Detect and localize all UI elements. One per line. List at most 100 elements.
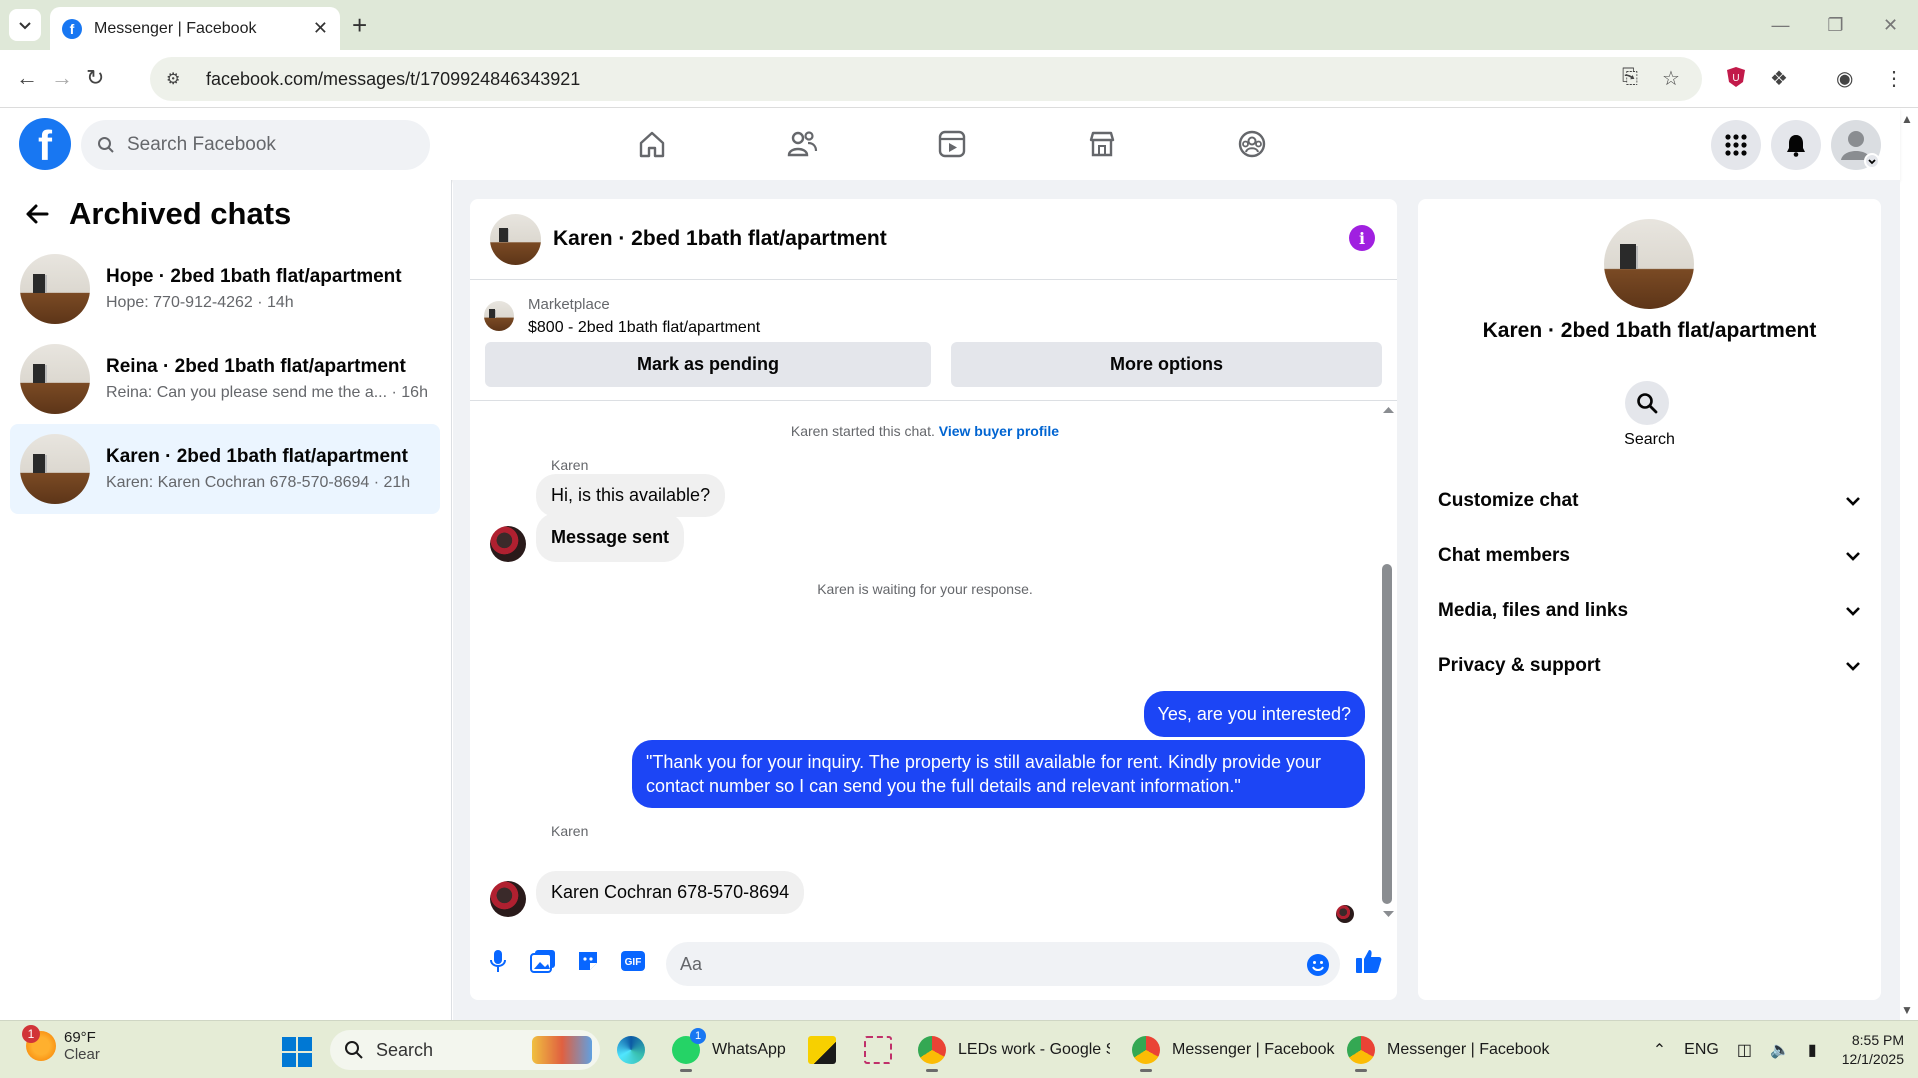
windows-taskbar: 1 69°F Clear Search 1 WhatsApp LEDs work… (0, 1020, 1918, 1078)
microphone-icon[interactable] (483, 946, 513, 976)
svg-text:U: U (1732, 73, 1739, 84)
weather-badge: 1 (22, 1025, 40, 1043)
battery-icon[interactable]: ▮ (1808, 1040, 1817, 1060)
info-search-button[interactable] (1625, 381, 1669, 425)
bookmark-star-icon[interactable]: ☆ (1662, 66, 1680, 91)
taskbar-app-google-sheets[interactable]: LEDs work - Google Sh (918, 1031, 1110, 1072)
scroll-thumb[interactable] (1382, 564, 1392, 904)
snipping-tool-icon[interactable] (864, 1031, 904, 1069)
chat-preview: Reina: Can you please send me the a... ·… (106, 384, 428, 401)
edge-app-icon[interactable] (617, 1031, 657, 1069)
home-icon[interactable] (632, 124, 672, 164)
weather-widget[interactable]: 1 69°F Clear (22, 1025, 100, 1063)
close-window-icon[interactable]: ✕ (1863, 0, 1918, 50)
new-tab-button[interactable]: + (352, 10, 367, 41)
info-icon[interactable]: i (1349, 225, 1375, 251)
marketplace-listing[interactable]: Marketplace $800 - 2bed 1bath flat/apart… (484, 291, 1384, 341)
tab-search-button[interactable] (9, 9, 41, 41)
emoji-icon[interactable] (1303, 950, 1333, 980)
friends-icon[interactable] (782, 124, 822, 164)
customize-chat-row[interactable]: Customize chat (1438, 481, 1861, 521)
video-icon[interactable] (932, 124, 972, 164)
privacy-support-row[interactable]: Privacy & support (1438, 646, 1861, 686)
chevron-down-icon (1846, 607, 1860, 616)
chevron-down-icon (1846, 662, 1860, 671)
mark-as-pending-button[interactable]: Mark as pending (485, 342, 931, 387)
forward-icon[interactable]: → (51, 65, 73, 91)
taskbar-search[interactable]: Search (330, 1030, 600, 1070)
close-tab-icon[interactable]: ✕ (313, 18, 328, 39)
chat-thumbnail (20, 344, 90, 414)
conversation-header: Karen · 2bed 1bath flat/apartment (470, 199, 1397, 280)
back-icon[interactable]: ← (16, 65, 38, 91)
site-info-icon[interactable]: ⚙ (166, 69, 186, 89)
tab-messenger[interactable]: f Messenger | Facebook ✕ (50, 7, 340, 50)
conversation-title[interactable]: Karen · 2bed 1bath flat/apartment (553, 227, 887, 251)
clock[interactable]: 8:55 PM 12/1/2025 (1842, 1031, 1904, 1069)
menu-grid-icon[interactable] (1711, 120, 1761, 170)
taskbar-app-messenger-1[interactable]: Messenger | Facebook (1132, 1031, 1334, 1072)
chat-thumbnail (20, 254, 90, 324)
back-arrow-icon[interactable] (25, 203, 49, 225)
started-text: Karen started this chat. (790, 423, 935, 439)
message-bubble-outgoing: "Thank you for your inquiry. The propert… (632, 740, 1365, 808)
chevron-down-icon (1846, 497, 1860, 506)
message-input[interactable]: Aa (666, 942, 1340, 986)
marketplace-icon[interactable] (1082, 124, 1122, 164)
minimize-icon[interactable]: — (1753, 0, 1808, 50)
taskbar-app-label: WhatsApp (712, 1041, 786, 1058)
media-files-links-row[interactable]: Media, files and links (1438, 591, 1861, 631)
chevron-up-icon[interactable]: ⌃ (1653, 1040, 1666, 1060)
extensions-icon[interactable]: ❖ (1770, 66, 1788, 91)
menu-dots-icon[interactable]: ⋮ (1884, 66, 1904, 91)
ublock-extension-icon[interactable]: U (1726, 66, 1746, 94)
account-avatar[interactable] (1831, 120, 1881, 170)
sticker-icon[interactable] (573, 946, 603, 976)
row-label: Customize chat (1438, 490, 1579, 511)
language-indicator[interactable]: ENG (1684, 1041, 1719, 1059)
chrome-icon (1132, 1036, 1160, 1072)
archived-chats-panel: Archived chats Hope · 2bed 1bath flat/ap… (0, 180, 452, 1020)
network-icon[interactable]: ◫ (1737, 1040, 1752, 1060)
restore-icon[interactable]: ❐ (1808, 0, 1863, 50)
windows-start-icon[interactable] (282, 1037, 312, 1067)
page-scroll-up-icon[interactable]: ▲ (1901, 112, 1913, 126)
chevron-down-icon (1846, 552, 1860, 561)
chat-item-hope[interactable]: Hope · 2bed 1bath flat/apartment Hope: 7… (10, 244, 440, 334)
url-text: facebook.com/messages/t/1709924846343921 (206, 68, 581, 89)
taskbar-app-messenger-2[interactable]: Messenger | Facebook (1347, 1031, 1550, 1072)
notifications-bell-icon[interactable] (1771, 120, 1821, 170)
taskbar-app-whatsapp[interactable]: 1 WhatsApp (672, 1028, 786, 1072)
message-bubble-incoming: Karen Cochran 678-570-8694 (536, 871, 805, 914)
taskbar-app-label: Messenger | Facebook (1387, 1041, 1550, 1058)
conversation-avatar[interactable] (490, 213, 541, 265)
chat-item-karen[interactable]: Karen · 2bed 1bath flat/apartment Karen:… (10, 424, 440, 514)
more-options-button[interactable]: More options (951, 342, 1382, 387)
facebook-logo[interactable]: f (19, 118, 71, 170)
search-icon (1637, 393, 1658, 414)
profile-icon[interactable]: ◉ (1836, 66, 1853, 91)
chrome-icon (1347, 1036, 1375, 1072)
system-tray: ⌃ ENG ◫ 🔈 ▮ 8:55 PM 12/1/2025 (1644, 1029, 1904, 1071)
chat-members-row[interactable]: Chat members (1438, 536, 1861, 576)
photo-icon[interactable] (528, 946, 558, 976)
chat-item-reina[interactable]: Reina · 2bed 1bath flat/apartment Reina:… (10, 334, 440, 424)
sticky-notes-icon[interactable] (808, 1031, 848, 1069)
reload-icon[interactable]: ↻ (86, 65, 104, 91)
chat-name: Reina · 2bed 1bath flat/apartment (106, 356, 406, 377)
chat-preview: Hope: 770-912-4262 · 14h (106, 294, 294, 311)
page-scroll-down-icon[interactable]: ▼ (1901, 1003, 1913, 1017)
volume-icon[interactable]: 🔈 (1770, 1040, 1790, 1060)
taskbar-search-label: Search (376, 1039, 434, 1060)
address-bar[interactable]: ⚙ facebook.com/messages/t/17099248463439… (150, 57, 1702, 101)
facebook-search-input[interactable]: Search Facebook (81, 120, 430, 170)
groups-icon[interactable] (1232, 124, 1272, 164)
view-buyer-profile-link[interactable]: View buyer profile (939, 423, 1059, 439)
install-app-icon[interactable]: ⎘ (1622, 66, 1638, 89)
listing-thumbnail (484, 301, 514, 331)
gif-icon[interactable]: GIF (618, 946, 648, 976)
row-label: Privacy & support (1438, 655, 1601, 676)
row-label: Media, files and links (1438, 600, 1629, 621)
info-avatar[interactable] (1604, 219, 1694, 309)
like-thumbs-up-icon[interactable] (1354, 946, 1384, 976)
